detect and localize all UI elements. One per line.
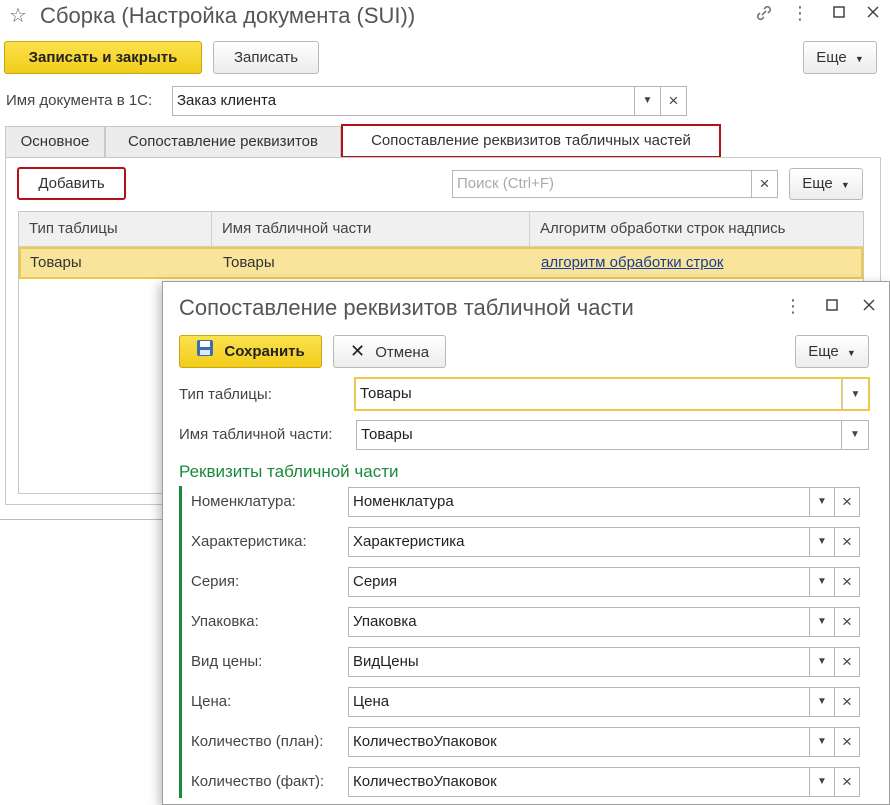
requisite-label: Цена: xyxy=(191,693,232,710)
tab-table-requisites[interactable]: Сопоставление реквизитов табличных часте… xyxy=(341,124,721,158)
link-icon[interactable] xyxy=(752,3,776,27)
requisite-field[interactable]: Упаковка xyxy=(348,607,810,637)
star-icon[interactable]: ☆ xyxy=(6,4,30,28)
dialog-more-label: Еще xyxy=(808,343,839,360)
chevron-down-icon[interactable]: ▼ xyxy=(841,420,869,450)
requisite-row: Номенклатура: Номенклатура ▼ × xyxy=(163,486,889,518)
chevron-down-icon[interactable]: ▼ xyxy=(809,607,835,637)
requisite-row: Вид цены: ВидЦены ▼ × xyxy=(163,646,889,678)
tab-main[interactable]: Основное xyxy=(5,126,105,158)
clear-icon[interactable]: × xyxy=(834,647,860,677)
more-vert-icon[interactable]: ⋮ xyxy=(781,294,805,318)
more-vert-icon[interactable]: ⋮ xyxy=(788,1,812,25)
clear-icon[interactable]: × xyxy=(834,687,860,717)
maximize-icon[interactable] xyxy=(827,1,851,25)
save-button[interactable]: Сохранить xyxy=(179,335,322,368)
clear-icon[interactable]: × xyxy=(834,487,860,517)
chevron-down-icon: ▼ xyxy=(840,180,850,190)
chevron-down-icon[interactable]: ▼ xyxy=(842,377,870,411)
clear-icon[interactable]: × xyxy=(834,607,860,637)
close-icon[interactable] xyxy=(857,294,881,318)
chevron-down-icon[interactable]: ▼ xyxy=(809,687,835,717)
column-header-algo[interactable]: Алгоритм обработки строк надпись xyxy=(529,212,786,247)
chevron-down-icon[interactable]: ▼ xyxy=(809,527,835,557)
requisite-label: Серия: xyxy=(191,573,240,590)
add-button[interactable]: Добавить xyxy=(17,167,126,200)
requisite-row: Серия: Серия ▼ × xyxy=(163,566,889,598)
mapping-dialog: Сопоставление реквизитов табличной части… xyxy=(162,281,890,805)
cancel-button[interactable]: ✕ Отмена xyxy=(333,335,446,368)
requisite-row: Упаковка: Упаковка ▼ × xyxy=(163,606,889,638)
requisite-field[interactable]: Номенклатура xyxy=(348,487,810,517)
close-icon[interactable] xyxy=(861,1,885,25)
chevron-down-icon[interactable]: ▼ xyxy=(809,567,835,597)
cell-algo-link[interactable]: алгоритм обработки строк xyxy=(541,249,723,277)
requisite-row: Цена: Цена ▼ × xyxy=(163,686,889,718)
requisite-field[interactable]: Цена xyxy=(348,687,810,717)
maximize-icon[interactable] xyxy=(820,294,844,318)
requisite-field[interactable]: Серия xyxy=(348,567,810,597)
requisite-label: Номенклатура: xyxy=(191,493,296,510)
dialog-title: Сопоставление реквизитов табличной части xyxy=(179,295,634,320)
table-more-button[interactable]: Еще ▼ xyxy=(789,168,863,200)
table-type-label: Тип таблицы: xyxy=(179,386,272,403)
requisite-label: Количество (факт): xyxy=(191,773,325,790)
clear-icon[interactable]: × xyxy=(834,767,860,797)
cell-type: Товары xyxy=(30,254,82,271)
search-input[interactable]: Поиск (Ctrl+F) xyxy=(452,170,752,198)
doc-name-label: Имя документа в 1С: xyxy=(6,92,153,109)
chevron-down-icon[interactable]: ▼ xyxy=(809,727,835,757)
tab-requisites[interactable]: Сопоставление реквизитов xyxy=(105,126,341,158)
requisite-label: Характеристика: xyxy=(191,533,307,550)
grid-header: Тип таблицы Имя табличной части Алгоритм… xyxy=(19,212,863,247)
requisite-field[interactable]: Характеристика xyxy=(348,527,810,557)
clear-icon[interactable]: × xyxy=(834,527,860,557)
chevron-down-icon[interactable]: ▼ xyxy=(809,767,835,797)
chevron-down-icon: ▼ xyxy=(846,348,856,358)
more-button[interactable]: Еще ▼ xyxy=(803,41,877,74)
clear-icon[interactable]: × xyxy=(834,727,860,757)
requisite-field[interactable]: ВидЦены xyxy=(348,647,810,677)
doc-name-field[interactable]: Заказ клиента xyxy=(172,86,635,116)
write-and-close-button[interactable]: Записать и закрыть xyxy=(4,41,202,74)
requisite-field[interactable]: КоличествоУпаковок xyxy=(348,727,810,757)
window-title: Сборка (Настройка документа (SUI)) xyxy=(40,3,416,28)
part-name-field[interactable]: Товары xyxy=(356,420,842,450)
dialog-more-button[interactable]: Еще ▼ xyxy=(795,335,869,368)
chevron-down-icon[interactable]: ▼ xyxy=(809,487,835,517)
column-header-type[interactable]: Тип таблицы xyxy=(29,212,118,246)
requisite-field[interactable]: КоличествоУпаковок xyxy=(348,767,810,797)
table-type-field[interactable]: Товары xyxy=(354,377,843,411)
requisite-row: Характеристика: Характеристика ▼ × xyxy=(163,526,889,558)
save-disk-icon xyxy=(196,337,214,368)
save-label: Сохранить xyxy=(224,343,305,360)
requisite-row: Количество (план): КоличествоУпаковок ▼ × xyxy=(163,726,889,758)
table-more-label: Еще xyxy=(802,175,833,192)
more-label: Еще xyxy=(816,49,847,66)
chevron-down-icon[interactable]: ▼ xyxy=(634,86,661,116)
clear-icon[interactable]: × xyxy=(834,567,860,597)
requisite-label: Количество (план): xyxy=(191,733,324,750)
column-header-name[interactable]: Имя табличной части xyxy=(211,212,371,247)
clear-icon[interactable]: × xyxy=(660,86,687,116)
part-name-label: Имя табличной части: xyxy=(179,426,333,443)
table-row[interactable]: Товары Товары алгоритм обработки строк xyxy=(19,247,863,279)
chevron-down-icon[interactable]: ▼ xyxy=(809,647,835,677)
requisite-label: Вид цены: xyxy=(191,653,263,670)
requisite-label: Упаковка: xyxy=(191,613,259,630)
cancel-x-icon: ✕ xyxy=(349,341,366,361)
section-title: Реквизиты табличной части xyxy=(179,462,399,481)
write-button[interactable]: Записать xyxy=(213,41,319,74)
cancel-label: Отмена xyxy=(375,344,430,361)
clear-icon[interactable]: × xyxy=(751,170,778,198)
cell-name: Товары xyxy=(223,254,275,271)
chevron-down-icon: ▼ xyxy=(854,54,864,64)
requisite-row: Количество (факт): КоличествоУпаковок ▼ × xyxy=(163,766,889,798)
